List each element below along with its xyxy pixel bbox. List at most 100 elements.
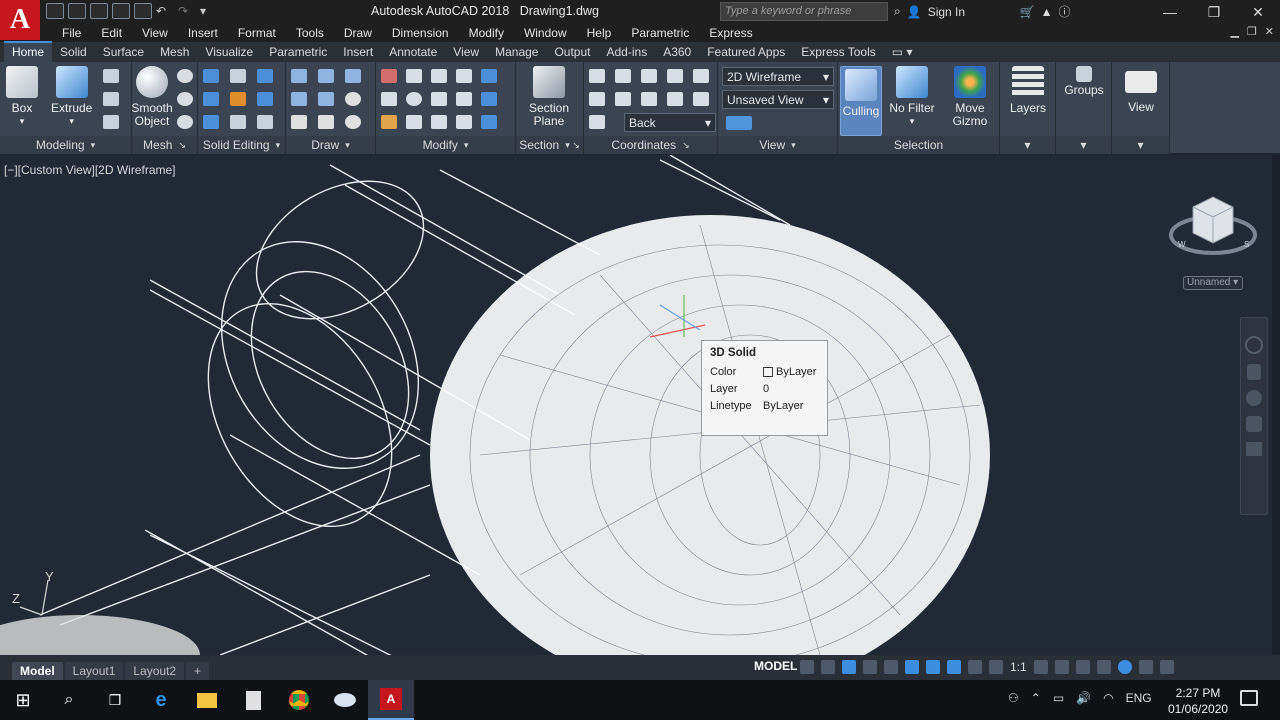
- named-view-select[interactable]: Unsaved View ▾: [722, 90, 834, 109]
- object-snap-icon[interactable]: [926, 660, 940, 674]
- ucs-object-icon[interactable]: [693, 92, 709, 106]
- slice-icon[interactable]: [230, 92, 246, 106]
- notifications-icon[interactable]: [1240, 690, 1258, 706]
- menu-window[interactable]: Window: [514, 26, 577, 40]
- annotation-scale-icon[interactable]: [989, 660, 1003, 674]
- ucs-icon[interactable]: [589, 69, 605, 83]
- doc-minimize-button[interactable]: ▁: [1230, 25, 1238, 38]
- help-icon[interactable]: ⓘ: [1059, 3, 1071, 20]
- align-icon[interactable]: [406, 115, 422, 129]
- smooth-more-icon[interactable]: [177, 69, 193, 83]
- wireframe-scene[interactable]: [0, 155, 1272, 655]
- move-gizmo-button[interactable]: Move Gizmo: [948, 66, 992, 128]
- edge-button[interactable]: e: [138, 680, 184, 720]
- drawing-viewport[interactable]: [−][Custom View][2D Wireframe] Y Z W S U…: [0, 155, 1272, 655]
- workspace-gear-icon[interactable]: [1033, 660, 1048, 674]
- clock[interactable]: 2:27 PM 01/06/2020: [1168, 685, 1228, 717]
- selection-panel-title[interactable]: Selection: [838, 136, 999, 154]
- user-icon[interactable]: 👤: [907, 5, 922, 19]
- menu-modify[interactable]: Modify: [459, 26, 514, 40]
- move-icon[interactable]: [406, 69, 422, 83]
- ucs-menu-button[interactable]: Unnamed ▾: [1183, 276, 1243, 290]
- view-back-select[interactable]: Back ▾: [624, 113, 716, 132]
- menu-view[interactable]: View: [132, 26, 178, 40]
- section-plane-button[interactable]: Section Plane: [526, 66, 572, 128]
- isodraft-icon[interactable]: [884, 660, 898, 674]
- ucs-3point-icon[interactable]: [615, 92, 631, 106]
- annotation-monitor-icon[interactable]: [1054, 660, 1069, 674]
- doc-restore-button[interactable]: ❐: [1247, 25, 1257, 38]
- language-indicator[interactable]: ENG: [1126, 691, 1152, 705]
- ucs-x-icon[interactable]: [641, 69, 657, 83]
- polysolid-icon[interactable]: [103, 92, 119, 106]
- intersect-icon[interactable]: [203, 115, 219, 129]
- tab-view[interactable]: View: [445, 43, 487, 62]
- customization-icon[interactable]: [1159, 660, 1174, 674]
- object-snap-tracking-icon[interactable]: [905, 660, 919, 674]
- modeling-panel-title[interactable]: Modeling ▾: [0, 136, 131, 154]
- orbit-icon[interactable]: [1246, 416, 1262, 432]
- erase-icon[interactable]: [381, 115, 397, 129]
- menu-dimension[interactable]: Dimension: [382, 26, 459, 40]
- stretch-icon[interactable]: [431, 92, 447, 106]
- zoom-icon[interactable]: [1246, 390, 1262, 406]
- view-panel-title[interactable]: View ▾: [718, 136, 837, 154]
- modify-panel-title[interactable]: Modify ▾: [376, 136, 515, 154]
- tab-add-ins[interactable]: Add-ins: [599, 43, 656, 62]
- box-button[interactable]: Box ▾: [6, 66, 38, 128]
- explode-icon[interactable]: [481, 115, 497, 129]
- section-panel-title[interactable]: Section ▾ ↘: [516, 136, 583, 154]
- search-input[interactable]: Type a keyword or phrase: [720, 2, 888, 21]
- showmotion-icon[interactable]: [1246, 442, 1262, 456]
- tab-express-tools[interactable]: Express Tools: [793, 43, 883, 62]
- culling-button[interactable]: Culling: [840, 66, 882, 136]
- menu-format[interactable]: Format: [228, 26, 286, 40]
- circle-icon[interactable]: [345, 92, 361, 106]
- line-icon[interactable]: [318, 92, 334, 106]
- search-button[interactable]: ⌕: [46, 680, 92, 720]
- ucs-previous-icon[interactable]: [693, 69, 709, 83]
- ribbon-options-icon[interactable]: ▭ ▾: [884, 43, 921, 62]
- menu-help[interactable]: Help: [577, 26, 622, 40]
- helix-icon[interactable]: [318, 69, 334, 83]
- grid-icon[interactable]: [800, 660, 814, 674]
- smooth-object-button[interactable]: Smooth Object: [131, 66, 173, 128]
- trim-icon[interactable]: [381, 69, 397, 83]
- arc-icon[interactable]: [345, 69, 361, 83]
- thicken-icon[interactable]: [230, 115, 246, 129]
- layout-tab-layout2[interactable]: Layout2: [125, 662, 185, 680]
- rotate-icon[interactable]: [431, 69, 447, 83]
- visual-style-select[interactable]: 2D Wireframe ▾: [722, 67, 834, 86]
- chamfer-icon[interactable]: [456, 115, 472, 129]
- tab-a360[interactable]: A360: [655, 43, 699, 62]
- redo-icon[interactable]: ↷: [178, 4, 196, 18]
- rectangle-icon[interactable]: [318, 115, 334, 129]
- tab-insert[interactable]: Insert: [335, 43, 381, 62]
- ucs-view-icon[interactable]: [667, 92, 683, 106]
- viewport-controls-label[interactable]: [−][Custom View][2D Wireframe]: [4, 163, 176, 177]
- cart-icon[interactable]: 🛒: [1020, 5, 1035, 19]
- spline-icon[interactable]: [291, 92, 307, 106]
- fillet-icon[interactable]: [456, 92, 472, 106]
- viewport-config-icon[interactable]: [726, 116, 752, 130]
- extrude-faces-icon[interactable]: [257, 69, 273, 83]
- annotation-visibility-icon[interactable]: [947, 660, 961, 674]
- smooth-less-icon[interactable]: [177, 92, 193, 106]
- menu-draw[interactable]: Draw: [334, 26, 382, 40]
- ucs-face-icon[interactable]: [667, 69, 683, 83]
- clean-screen-icon[interactable]: [1138, 660, 1153, 674]
- file-explorer-button[interactable]: [184, 680, 230, 720]
- menu-parametric[interactable]: Parametric: [621, 26, 699, 40]
- volume-icon[interactable]: 🔊: [1076, 691, 1091, 705]
- viewport-scrollbar[interactable]: [1272, 155, 1280, 655]
- extrude-button[interactable]: Extrude ▾: [51, 66, 92, 128]
- polar-icon[interactable]: [863, 660, 877, 674]
- save-as-icon[interactable]: [112, 3, 130, 19]
- task-view-button[interactable]: ❐: [92, 680, 138, 720]
- polyline-icon[interactable]: [291, 69, 307, 83]
- scale-icon[interactable]: [431, 115, 447, 129]
- show-hidden-icons[interactable]: ⌃: [1031, 691, 1041, 705]
- autocad-taskbar-button[interactable]: A: [368, 680, 414, 720]
- units-icon[interactable]: [1075, 660, 1090, 674]
- tab-featured-apps[interactable]: Featured Apps: [699, 43, 793, 62]
